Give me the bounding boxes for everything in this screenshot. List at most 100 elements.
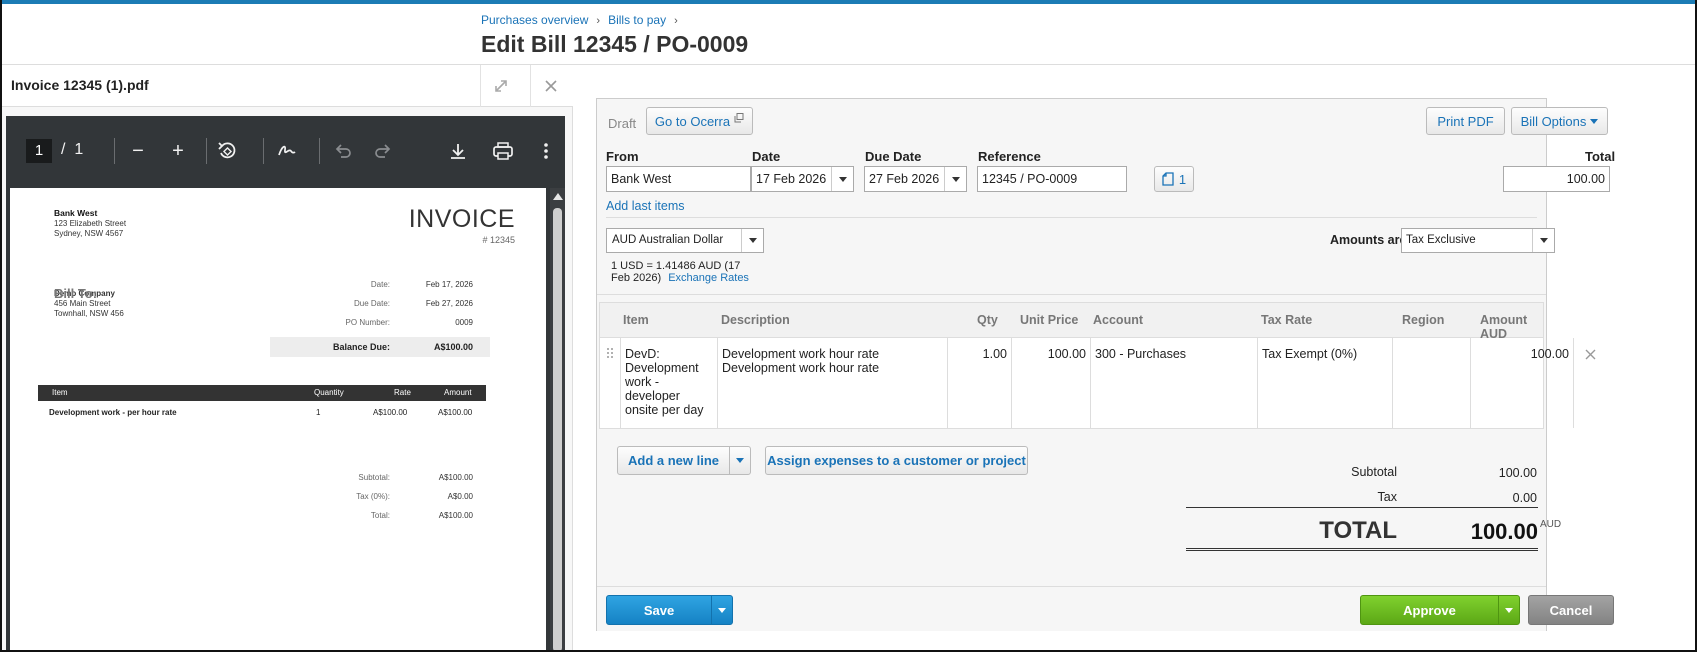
line-unit-price-cell[interactable]: 100.00 (1012, 338, 1091, 428)
go-to-ocerra-button[interactable]: Go to Ocerra (646, 107, 753, 135)
invoice-from-line: 123 Elizabeth Street (54, 219, 127, 228)
line-item-cell[interactable]: DevD: Development work - developer onsit… (621, 338, 718, 428)
cancel-label: Cancel (1549, 602, 1593, 618)
toolbar-divider (114, 138, 115, 164)
totals-double-rule (1186, 548, 1538, 551)
add-new-line-button[interactable]: Add a new line (617, 446, 730, 475)
pdf-scrollbar[interactable] (550, 188, 565, 652)
breadcrumb-separator: › (674, 15, 678, 27)
total-field[interactable]: 100.00 (1503, 166, 1610, 192)
date-field[interactable]: 17 Feb 2026 (751, 166, 854, 192)
total-key: Total: (370, 511, 390, 520)
cancel-button[interactable]: Cancel (1528, 595, 1614, 625)
description-text: Development work hour rate (722, 361, 880, 375)
reference-label: Reference (978, 149, 1041, 164)
line-region-cell[interactable] (1393, 338, 1471, 428)
invoice-col-amount: Amount (444, 388, 472, 397)
toolbar-divider (263, 138, 264, 164)
undo-icon (335, 144, 351, 158)
delete-line-button[interactable] (1585, 349, 1596, 363)
breadcrumb-separator: › (596, 15, 601, 27)
attachments-button[interactable]: 1 (1154, 166, 1194, 192)
save-button[interactable]: Save (606, 595, 712, 625)
approve-options-dropdown[interactable] (1498, 595, 1520, 625)
due-date-label: Due Date (865, 149, 922, 164)
col-description: Description (721, 313, 790, 327)
save-options-dropdown[interactable] (711, 595, 733, 625)
amounts-are-select[interactable]: Tax Exclusive (1401, 228, 1555, 253)
invoice-table-header: Item Quantity Rate Amount (38, 385, 486, 401)
from-field[interactable]: Bank West (606, 166, 751, 192)
zoom-out-button[interactable]: − (123, 136, 153, 166)
exchange-rates-link[interactable]: Exchange Rates (668, 272, 749, 284)
tax-value: 0.00 (1512, 491, 1537, 505)
total-value: A$100.00 (438, 473, 473, 482)
meta-value: Feb 27, 2026 (425, 299, 473, 308)
total-value: A$100.00 (438, 511, 473, 520)
drag-handle[interactable] (600, 338, 621, 428)
total-key: Tax (0%): (356, 492, 390, 501)
reference-field[interactable]: 12345 / PO-0009 (977, 166, 1127, 192)
annotate-button[interactable] (272, 136, 302, 166)
caret-down-icon (1590, 118, 1599, 124)
divider (597, 294, 1546, 295)
add-new-line-dropdown[interactable] (729, 446, 751, 475)
rotate-button[interactable] (212, 136, 242, 166)
go-to-ocerra-label: Go to Ocerra (654, 113, 731, 129)
invoice-heading: INVOICE (408, 205, 515, 233)
pdf-pane-header: Invoice 12345 (1).pdf (0, 65, 573, 107)
exchange-rate-text: 1 USD = 1.41486 AUD (17 (611, 260, 741, 272)
scroll-up-icon[interactable] (553, 193, 563, 200)
close-pdf-button[interactable] (530, 65, 570, 107)
scrollbar-thumb[interactable] (553, 208, 562, 652)
assign-expenses-button[interactable]: Assign expenses to a customer or project (765, 446, 1028, 475)
due-date-picker-toggle[interactable] (944, 167, 966, 191)
chevron-down-icon (748, 238, 757, 243)
bill-options-button[interactable]: Bill Options (1511, 107, 1608, 135)
pdf-page: Bank West 123 Elizabeth Street Sydney, N… (10, 188, 546, 652)
approve-button[interactable]: Approve (1360, 595, 1499, 625)
currency-code: AUD (1540, 519, 1562, 530)
subtotal-label: Subtotal (1351, 465, 1397, 479)
line-qty-cell[interactable]: 1.00 (948, 338, 1012, 428)
caret-down-icon (736, 458, 744, 463)
breadcrumb-bills-to-pay[interactable]: Bills to pay (608, 13, 666, 27)
line-account-cell[interactable]: 300 - Purchases (1091, 338, 1258, 428)
line-tax-rate-cell[interactable]: Tax Exempt (0%) (1258, 338, 1393, 428)
balance-value: A$100.00 (433, 342, 473, 352)
close-icon (1585, 349, 1596, 360)
date-picker-toggle[interactable] (831, 167, 853, 191)
col-region: Region (1402, 313, 1445, 327)
redo-button[interactable] (368, 136, 398, 166)
add-new-line-label: Add a new line (627, 453, 719, 468)
add-last-items-link[interactable]: Add last items (606, 199, 685, 213)
status-badge: Draft (608, 116, 637, 131)
col-unit-price: Unit Price (1020, 313, 1079, 327)
print-pdf-button[interactable]: Print PDF (1426, 107, 1505, 135)
invoice-from-name: Bank West (54, 208, 98, 218)
page-number-input[interactable]: 1 (26, 139, 52, 163)
currency-dropdown-toggle[interactable] (741, 229, 763, 252)
invoice-item-qty: 1 (316, 408, 321, 417)
more-options-button[interactable] (531, 136, 561, 166)
toolbar-divider (319, 138, 320, 164)
breadcrumb: Purchases overview › Bills to pay › (481, 13, 686, 27)
amounts-are-dropdown-toggle[interactable] (1532, 229, 1554, 252)
form-footer: Save Approve Cancel (597, 586, 1614, 631)
breadcrumb-purchases-overview[interactable]: Purchases overview (481, 13, 588, 27)
print-button[interactable] (488, 136, 518, 166)
line-items-header: Item Description Qty Unit Price Account … (600, 303, 1543, 341)
expand-button[interactable] (480, 65, 520, 107)
meta-key: Due Date: (353, 299, 390, 308)
page-title: Edit Bill 12345 / PO-0009 (481, 31, 749, 57)
line-description-cell[interactable]: Development work hour rate Development w… (718, 338, 948, 428)
undo-button[interactable] (328, 136, 358, 166)
meta-key: PO Number: (345, 318, 390, 327)
invoice-item-amount: A$100.00 (438, 408, 473, 417)
due-date-field[interactable]: 27 Feb 2026 (864, 166, 967, 192)
line-amount-cell[interactable]: 100.00 (1471, 338, 1574, 428)
minus-icon: − (132, 139, 144, 162)
currency-select[interactable]: AUD Australian Dollar (606, 228, 764, 253)
zoom-in-button[interactable]: + (163, 136, 193, 166)
download-button[interactable] (443, 136, 473, 166)
